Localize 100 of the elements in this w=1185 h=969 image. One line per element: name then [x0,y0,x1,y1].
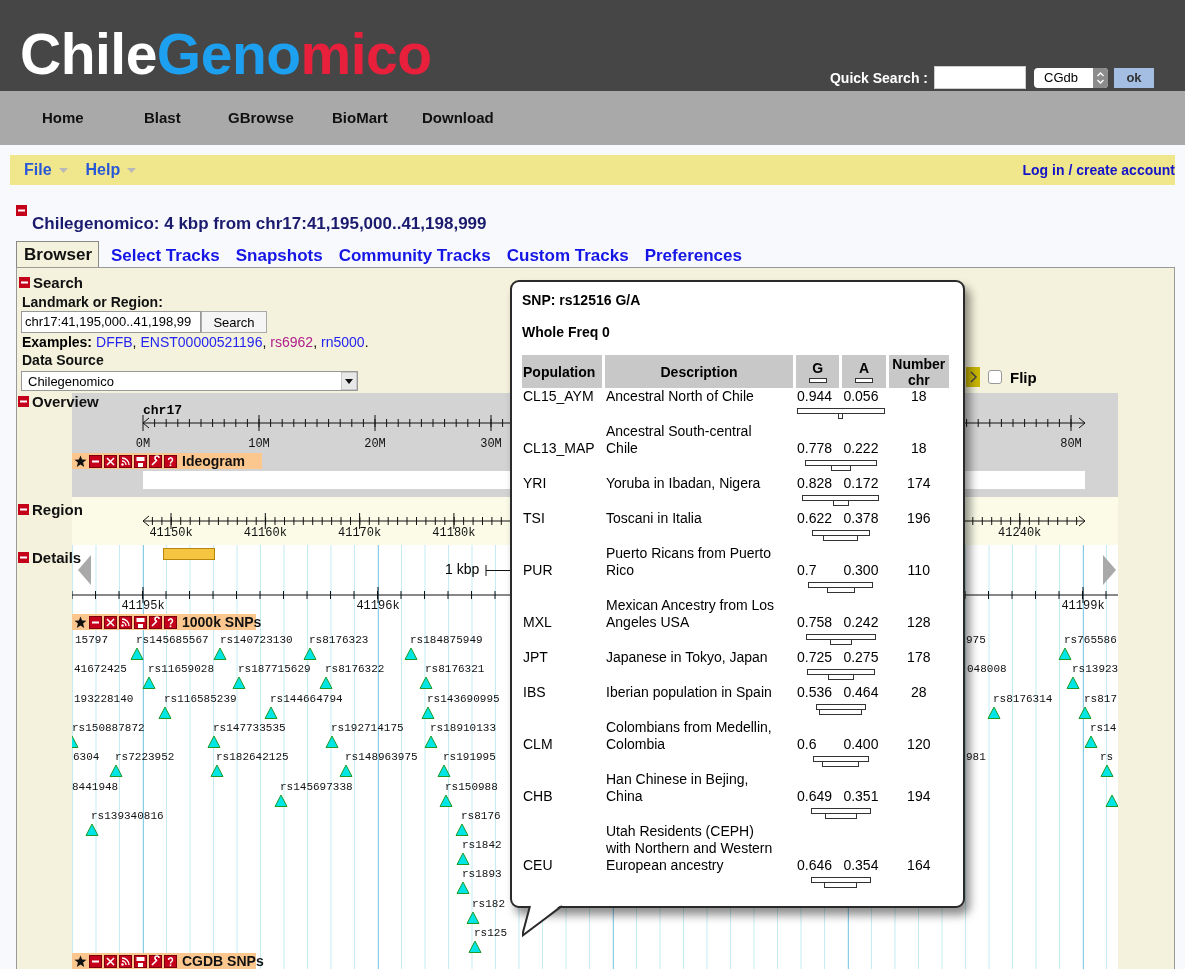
snp-marker[interactable] [109,764,123,778]
snp-marker[interactable] [85,822,99,836]
snp-marker[interactable] [319,676,333,690]
star-icon[interactable] [74,954,87,968]
menu-item[interactable]: Help [85,161,137,179]
snp-label[interactable]: 41672425 [74,663,127,676]
snp-label[interactable]: rs192714175 [331,721,404,734]
snp-label[interactable]: 8441948 [72,780,119,793]
snp-label[interactable]: rs182642125 [216,751,289,764]
snp-marker[interactable] [264,705,278,719]
collapse-icon[interactable] [89,454,102,468]
snp-label[interactable]: rs8176314 [993,692,1053,705]
tab[interactable]: Snapshots [235,243,323,267]
login-link[interactable]: Log in / create account [1022,162,1175,178]
snp-marker[interactable] [339,764,353,778]
snp-marker[interactable] [456,881,470,895]
save-icon[interactable] [134,954,147,968]
snp-marker[interactable] [213,647,227,660]
snp-label[interactable]: rs1842 [462,839,502,852]
close-icon[interactable] [104,954,117,968]
snp-label[interactable]: rs150988 [445,780,498,793]
help-icon[interactable] [164,954,177,968]
snp-label[interactable]: rs191995 [443,751,496,764]
data-source-select[interactable]: Chilegenomico [21,371,358,391]
snp-label[interactable]: rs143690995 [427,692,500,705]
snp-marker[interactable] [130,647,144,660]
tab[interactable]: Custom Tracks [506,243,629,267]
snp-label[interactable]: rs14 [1090,721,1117,734]
help-icon[interactable] [164,454,177,468]
tab[interactable]: Select Tracks [111,243,220,267]
snp-label[interactable]: rs8176 [461,809,501,822]
snp-marker[interactable] [421,705,435,719]
collapse-icon[interactable] [18,552,29,563]
snp-label[interactable]: rs8176323 [309,634,369,646]
snp-label[interactable]: rs148963975 [345,751,418,764]
close-icon[interactable] [104,454,117,468]
search-button[interactable]: Search [201,311,267,333]
snp-label[interactable]: rs7223952 [115,751,175,764]
snp-label[interactable]: rs145697338 [280,780,353,793]
snp-label[interactable]: rs765586 [1064,634,1117,646]
help-icon[interactable] [164,615,177,629]
snp-marker[interactable] [1078,705,1092,719]
snp-marker[interactable] [303,647,317,660]
snp-marker[interactable] [419,676,433,690]
save-icon[interactable] [134,615,147,629]
example-link[interactable]: rn5000 [321,333,365,351]
star-icon[interactable] [74,454,87,468]
snp-marker[interactable] [437,764,451,778]
menu-item[interactable]: File [24,161,68,179]
snp-marker[interactable] [1066,676,1080,690]
tab[interactable]: Preferences [644,243,742,267]
collapse-icon[interactable] [89,615,102,629]
snp-label[interactable]: rs150887872 [72,721,145,734]
snp-label[interactable]: 975 [966,634,986,646]
next-icon[interactable] [966,367,980,387]
snp-marker[interactable] [142,676,156,690]
feed-icon[interactable] [119,454,132,468]
quick-search-field[interactable] [934,66,1026,89]
snp-marker[interactable] [1058,647,1072,660]
nav-link[interactable]: Home [42,109,84,126]
snp-label[interactable]: 193228140 [74,692,134,705]
star-icon[interactable] [74,615,87,629]
snp-label[interactable]: rs140723130 [220,634,293,646]
snp-marker[interactable] [404,647,418,660]
snp-marker[interactable] [466,910,480,924]
snp-marker[interactable] [232,676,246,690]
snp-label[interactable]: 048008 [967,663,1007,676]
snp-marker[interactable] [210,764,224,778]
example-link[interactable]: DFFB [96,333,133,351]
collapse-icon[interactable] [89,954,102,968]
snp-label[interactable]: rs1893 [462,868,502,881]
snp-label[interactable]: rs11659028 [148,663,214,676]
snp-label[interactable]: 15797 [75,634,108,646]
tab[interactable]: Browser [16,241,100,267]
wrench-icon[interactable] [149,615,162,629]
snp-marker[interactable] [468,940,482,953]
collapse-icon[interactable] [18,396,29,407]
snp-label[interactable]: rs8176321 [425,663,485,676]
snp-marker[interactable] [158,705,172,719]
snp-marker[interactable] [456,852,470,866]
collapse-icon[interactable] [16,205,27,216]
snp-label[interactable]: rs18910133 [430,721,496,734]
snp-marker[interactable] [1084,734,1098,748]
save-icon[interactable] [134,454,147,468]
snp-marker[interactable] [987,705,1001,719]
snp-label[interactable]: rs145685567 [136,634,209,646]
scroll-right-icon[interactable] [1102,555,1116,585]
snp-label[interactable]: rs147733535 [213,721,286,734]
region-highlight[interactable] [163,548,215,560]
snp-label[interactable]: rs139340816 [91,809,164,822]
snp-label[interactable]: rs182 [472,897,505,910]
wrench-icon[interactable] [149,454,162,468]
snp-marker[interactable] [455,822,469,836]
nav-link[interactable]: GBrowse [228,109,294,126]
snp-label[interactable]: rs8176322 [325,663,385,676]
snp-label[interactable]: rs144664794 [270,692,343,705]
snp-label[interactable]: rs116585239 [164,692,237,705]
snp-marker[interactable] [439,793,453,807]
feed-icon[interactable] [119,615,132,629]
snp-marker[interactable] [1105,793,1118,807]
